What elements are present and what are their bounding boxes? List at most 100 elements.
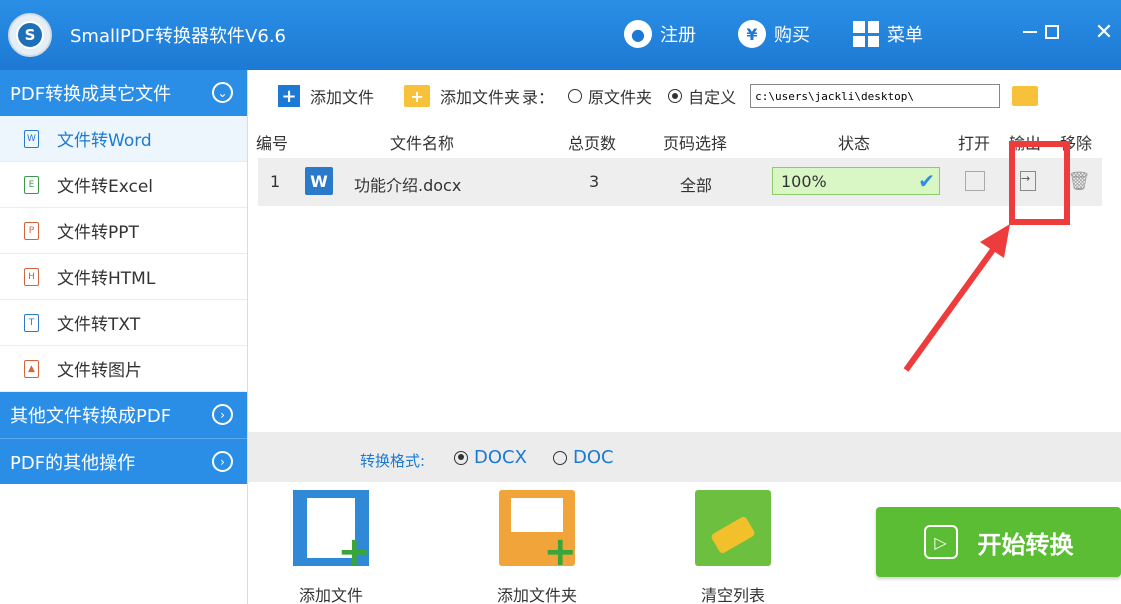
- add-file-big-button[interactable]: + 添加文件: [276, 490, 386, 604]
- output-path-input[interactable]: [750, 84, 1001, 108]
- start-convert-button[interactable]: ▷ 开始转换: [876, 507, 1121, 577]
- category-pdf-other-ops[interactable]: PDF的其他操作 ›: [0, 438, 247, 484]
- user-add-icon: ●: [624, 20, 652, 48]
- sidebar-item-word[interactable]: W 文件转Word: [0, 116, 247, 162]
- sidebar-item-label: 文件转PPT: [57, 223, 139, 243]
- image-file-icon: ▲: [24, 359, 39, 378]
- minimize-icon: [1023, 31, 1037, 33]
- category-label: PDF转换成其它文件: [10, 84, 172, 105]
- folder-plus-icon: +: [404, 85, 431, 107]
- menu-button[interactable]: 菜单: [853, 18, 923, 50]
- sidebar-item-excel[interactable]: E 文件转Excel: [0, 162, 247, 208]
- category-label: PDF的其他操作: [10, 452, 136, 474]
- sidebar-item-label: 文件转Excel: [57, 177, 154, 197]
- row-filename: 功能介绍.docx: [354, 176, 462, 195]
- status-value: 100%: [781, 171, 827, 191]
- radio-label: 原文件夹: [588, 88, 653, 107]
- sidebar-item-txt[interactable]: T 文件转TXT: [0, 300, 247, 346]
- sidebar: PDF转换成其它文件 ⌄ W 文件转Word E 文件转Excel P 文件转P…: [0, 70, 248, 604]
- word-file-icon: W: [24, 129, 39, 148]
- radio-selected-icon: [668, 89, 683, 103]
- add-folder-big-button[interactable]: + 添加文件夹: [482, 490, 592, 604]
- register-label: 注册: [660, 25, 696, 46]
- row-number: 1: [270, 172, 281, 191]
- radio-format-doc[interactable]: DOC: [553, 447, 614, 468]
- add-file-label: 添加文件: [310, 88, 375, 107]
- buy-button[interactable]: ¥ 购买: [738, 18, 810, 50]
- radio-icon: [568, 89, 583, 103]
- maximize-icon: [1045, 25, 1059, 39]
- radio-label: 自定义: [688, 88, 737, 107]
- clear-list-label: 清空列表: [700, 586, 765, 604]
- excel-file-icon: E: [24, 175, 39, 194]
- format-bar: 转换格式: DOCX DOC: [248, 432, 1121, 482]
- pointer-arrow-icon: [903, 224, 1010, 372]
- col-pages: 总页数: [568, 134, 617, 153]
- row-pages: 3: [589, 172, 600, 191]
- start-convert-label: 开始转换: [977, 530, 1074, 559]
- title-bar: S SmallPDF转换器软件V6.6 ● 注册 ¥ 购买 菜单 ✕: [0, 0, 1121, 70]
- app-title: SmallPDF转换器软件V6.6: [70, 26, 286, 47]
- chevron-down-icon: ⌄: [212, 82, 233, 103]
- col-filename: 文件名称: [390, 134, 455, 153]
- broom-icon: [695, 490, 771, 566]
- add-file-button[interactable]: + 添加文件: [278, 84, 374, 108]
- external-link-icon: [965, 171, 985, 191]
- status-progress: 100% ✔: [772, 167, 940, 195]
- chevron-right-icon: ›: [212, 404, 233, 425]
- radio-icon: [553, 450, 567, 465]
- grid-menu-icon: [853, 21, 879, 47]
- browse-folder-icon[interactable]: [1012, 86, 1039, 106]
- sidebar-item-label: 文件转图片: [57, 361, 142, 381]
- close-button[interactable]: ✕: [1090, 18, 1118, 46]
- sidebar-item-ppt[interactable]: P 文件转PPT: [0, 208, 247, 254]
- radio-label: DOC: [573, 447, 614, 468]
- output-dir-label: 录：: [522, 88, 555, 107]
- ppt-file-icon: P: [24, 221, 39, 240]
- open-file-button[interactable]: [965, 170, 985, 192]
- row-page-range[interactable]: 全部: [680, 172, 712, 196]
- radio-custom-folder[interactable]: 自定义: [668, 84, 736, 108]
- sidebar-item-image[interactable]: ▲ 文件转图片: [0, 346, 247, 392]
- col-status: 状态: [838, 134, 871, 153]
- col-number: 编号: [256, 134, 289, 153]
- radio-original-folder[interactable]: 原文件夹: [568, 84, 652, 108]
- add-folder-label: 添加文件夹: [440, 88, 521, 107]
- close-icon: ✕: [1094, 19, 1114, 45]
- clear-list-button[interactable]: 清空列表: [678, 490, 788, 604]
- sidebar-item-label: 文件转Word: [57, 131, 152, 151]
- add-folder-button[interactable]: + 添加文件夹: [404, 84, 520, 108]
- trash-icon: 🗑: [1067, 170, 1091, 192]
- yen-icon: ¥: [738, 20, 766, 48]
- toolbar: + 添加文件 + 添加文件夹 录： 原文件夹 自定义: [248, 70, 1121, 122]
- col-page-range: 页码选择: [663, 134, 728, 153]
- radio-label: DOCX: [474, 447, 527, 468]
- category-pdf-to-other[interactable]: PDF转换成其它文件 ⌄: [0, 70, 247, 116]
- add-document-icon: +: [293, 490, 371, 572]
- add-folder-big-label: 添加文件夹: [496, 586, 577, 604]
- format-label: 转换格式:: [360, 452, 426, 470]
- add-file-big-label: 添加文件: [298, 586, 363, 604]
- sidebar-item-html[interactable]: H 文件转HTML: [0, 254, 247, 300]
- radio-format-docx[interactable]: DOCX: [454, 447, 527, 468]
- plus-icon: +: [278, 85, 300, 107]
- radio-selected-icon: [454, 450, 468, 465]
- play-icon: ▷: [923, 525, 958, 559]
- sidebar-item-label: 文件转TXT: [57, 315, 141, 335]
- category-other-to-pdf[interactable]: 其他文件转换成PDF ›: [0, 392, 247, 438]
- register-button[interactable]: ● 注册: [624, 18, 696, 50]
- table-row[interactable]: 1 W 功能介绍.docx 3 全部 100% ✔ → 🗑: [258, 158, 1102, 206]
- html-file-icon: H: [24, 267, 39, 286]
- col-open: 打开: [958, 134, 991, 153]
- menu-label: 菜单: [887, 25, 923, 46]
- sidebar-item-label: 文件转HTML: [57, 269, 156, 289]
- maximize-button[interactable]: [1038, 18, 1066, 46]
- category-label: 其他文件转换成PDF: [10, 406, 172, 427]
- chevron-right-icon: ›: [212, 451, 233, 472]
- highlight-box: [1009, 141, 1070, 225]
- remove-button[interactable]: 🗑: [1067, 170, 1091, 192]
- check-icon: ✔: [918, 169, 935, 193]
- txt-file-icon: T: [24, 313, 39, 332]
- table-header: 编号 文件名称 总页数 页码选择 状态 打开 输出 移除: [248, 124, 1121, 154]
- app-logo-icon: S: [8, 13, 52, 57]
